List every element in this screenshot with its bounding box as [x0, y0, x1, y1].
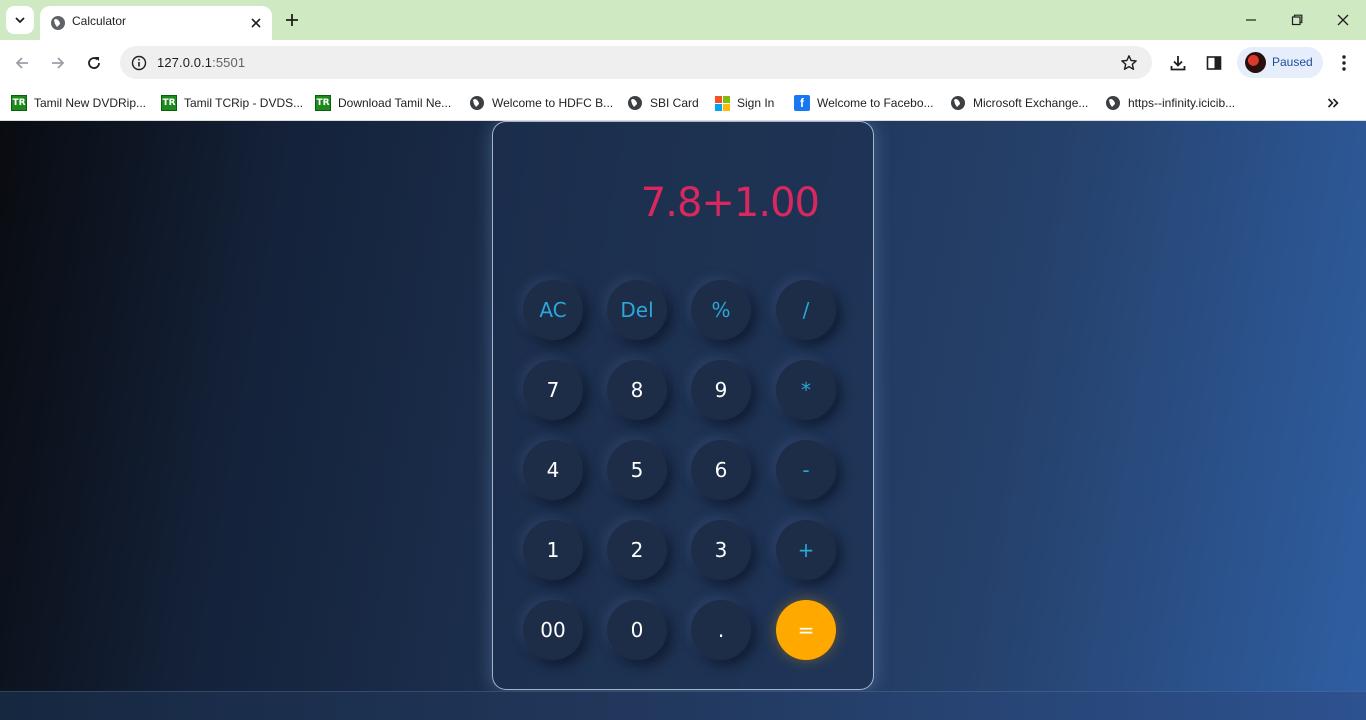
digit-1-button[interactable]: 1: [523, 520, 583, 580]
divide-button[interactable]: /: [776, 280, 836, 340]
tab-search-button[interactable]: [6, 6, 34, 34]
site-info-button[interactable]: [128, 52, 150, 74]
downloads-button[interactable]: [1164, 49, 1192, 77]
tab-strip: Calculator: [0, 0, 1366, 40]
globe-icon: [470, 96, 484, 110]
reload-icon: [88, 57, 100, 69]
forward-button[interactable]: [44, 49, 72, 77]
equals-button[interactable]: =: [776, 600, 836, 660]
side-panel-icon: [1206, 56, 1222, 70]
minimize-button[interactable]: [1235, 6, 1267, 34]
globe-icon: [628, 96, 642, 110]
page-content: 7.8+1.00 AC Del % / 7 8 9 * 4 5 6 - 1 2 …: [0, 121, 1366, 720]
profile-status: Paused: [1272, 55, 1313, 69]
back-button[interactable]: [8, 49, 36, 77]
bookmark-item[interactable]: Welcome to HDFC B...: [469, 91, 613, 115]
bookmark-item[interactable]: TR Download Tamil Ne...: [315, 91, 451, 115]
kebab-menu-icon: [1342, 55, 1346, 71]
download-icon: [1170, 56, 1186, 71]
close-icon: [1337, 14, 1349, 26]
url-host: 127.0.0.1: [157, 55, 213, 70]
star-icon: [1121, 55, 1137, 70]
bookmark-label: Download Tamil Ne...: [338, 96, 452, 110]
tr-icon: TR: [11, 95, 27, 111]
new-tab-button[interactable]: [280, 8, 304, 32]
percent-button[interactable]: %: [691, 280, 751, 340]
minimize-icon: [1246, 19, 1256, 21]
arrow-right-icon: [52, 57, 65, 69]
digit-8-button[interactable]: 8: [607, 360, 667, 420]
address-bar[interactable]: 127.0.0.1:5501: [120, 46, 1152, 79]
digit-4-button[interactable]: 4: [523, 440, 583, 500]
plus-icon: [286, 14, 298, 26]
bookmark-star-button[interactable]: [1118, 52, 1140, 74]
globe-icon: [51, 16, 65, 30]
calculator: 7.8+1.00 AC Del % / 7 8 9 * 4 5 6 - 1 2 …: [492, 121, 874, 690]
close-window-button[interactable]: [1327, 6, 1359, 34]
arrow-left-icon: [15, 57, 28, 69]
url-text: 127.0.0.1:5501: [157, 55, 245, 70]
bookmark-item[interactable]: TR Tamil New DVDRip...: [11, 91, 146, 115]
calculator-display: 7.8+1.00: [640, 180, 820, 226]
plus-button[interactable]: +: [776, 520, 836, 580]
globe-icon: [951, 96, 965, 110]
tr-icon: TR: [315, 95, 331, 111]
tab-calculator[interactable]: Calculator: [40, 6, 272, 40]
delete-button[interactable]: Del: [607, 280, 667, 340]
browser-toolbar: 127.0.0.1:5501 Paused: [0, 40, 1366, 86]
bookmarks-bar: TR Tamil New DVDRip... TR Tamil TCRip - …: [0, 86, 1366, 121]
menu-button[interactable]: [1330, 49, 1358, 77]
url-port: :5501: [212, 55, 246, 70]
close-icon: [251, 18, 261, 28]
bookmark-label: Welcome to Facebo...: [817, 96, 934, 110]
decimal-point-button[interactable]: .: [691, 600, 751, 660]
minus-button[interactable]: -: [776, 440, 836, 500]
multiply-button[interactable]: *: [776, 360, 836, 420]
double-chevron-right-icon: [1327, 98, 1339, 108]
tab-title: Calculator: [72, 14, 127, 28]
double-zero-button[interactable]: 00: [523, 600, 583, 660]
digit-7-button[interactable]: 7: [523, 360, 583, 420]
digit-2-button[interactable]: 2: [607, 520, 667, 580]
digit-3-button[interactable]: 3: [691, 520, 751, 580]
restore-button[interactable]: [1281, 6, 1313, 34]
reload-button[interactable]: [80, 49, 108, 77]
bookmark-label: Tamil TCRip - DVDS...: [184, 96, 304, 110]
bookmark-item[interactable]: TR Tamil TCRip - DVDS...: [161, 91, 303, 115]
facebook-icon: f: [794, 95, 810, 111]
close-tab-button[interactable]: [246, 13, 266, 33]
globe-icon: [1106, 96, 1120, 110]
digit-6-button[interactable]: 6: [691, 440, 751, 500]
more-bookmarks-button[interactable]: [1322, 92, 1344, 114]
clear-button[interactable]: AC: [523, 280, 583, 340]
bookmark-label: Sign In: [737, 96, 775, 110]
bookmark-item[interactable]: Microsoft Exchange...: [950, 91, 1088, 115]
digit-9-button[interactable]: 9: [691, 360, 751, 420]
side-panel-button[interactable]: [1200, 49, 1228, 77]
bookmark-label: SBI Card: [650, 96, 699, 110]
info-icon: [131, 55, 147, 71]
bookmark-item[interactable]: SBI Card: [627, 91, 699, 115]
page-footer-strip: [0, 691, 1366, 720]
chevron-down-icon: [15, 17, 25, 24]
tr-icon: TR: [161, 95, 177, 111]
profile-button[interactable]: Paused: [1237, 47, 1323, 78]
avatar: [1245, 52, 1266, 73]
restore-icon: [1291, 14, 1303, 26]
digit-5-button[interactable]: 5: [607, 440, 667, 500]
bookmark-label: https--infinity.icicib...: [1128, 96, 1236, 110]
digit-0-button[interactable]: 0: [607, 600, 667, 660]
bookmark-item[interactable]: Sign In: [714, 91, 774, 115]
microsoft-icon: [714, 95, 730, 111]
bookmark-item[interactable]: f Welcome to Facebo...: [794, 91, 934, 115]
bookmark-label: Microsoft Exchange...: [973, 96, 1089, 110]
bookmark-label: Welcome to HDFC B...: [492, 96, 614, 110]
bookmark-label: Tamil New DVDRip...: [34, 96, 147, 110]
bookmark-item[interactable]: https--infinity.icicib...: [1105, 91, 1235, 115]
